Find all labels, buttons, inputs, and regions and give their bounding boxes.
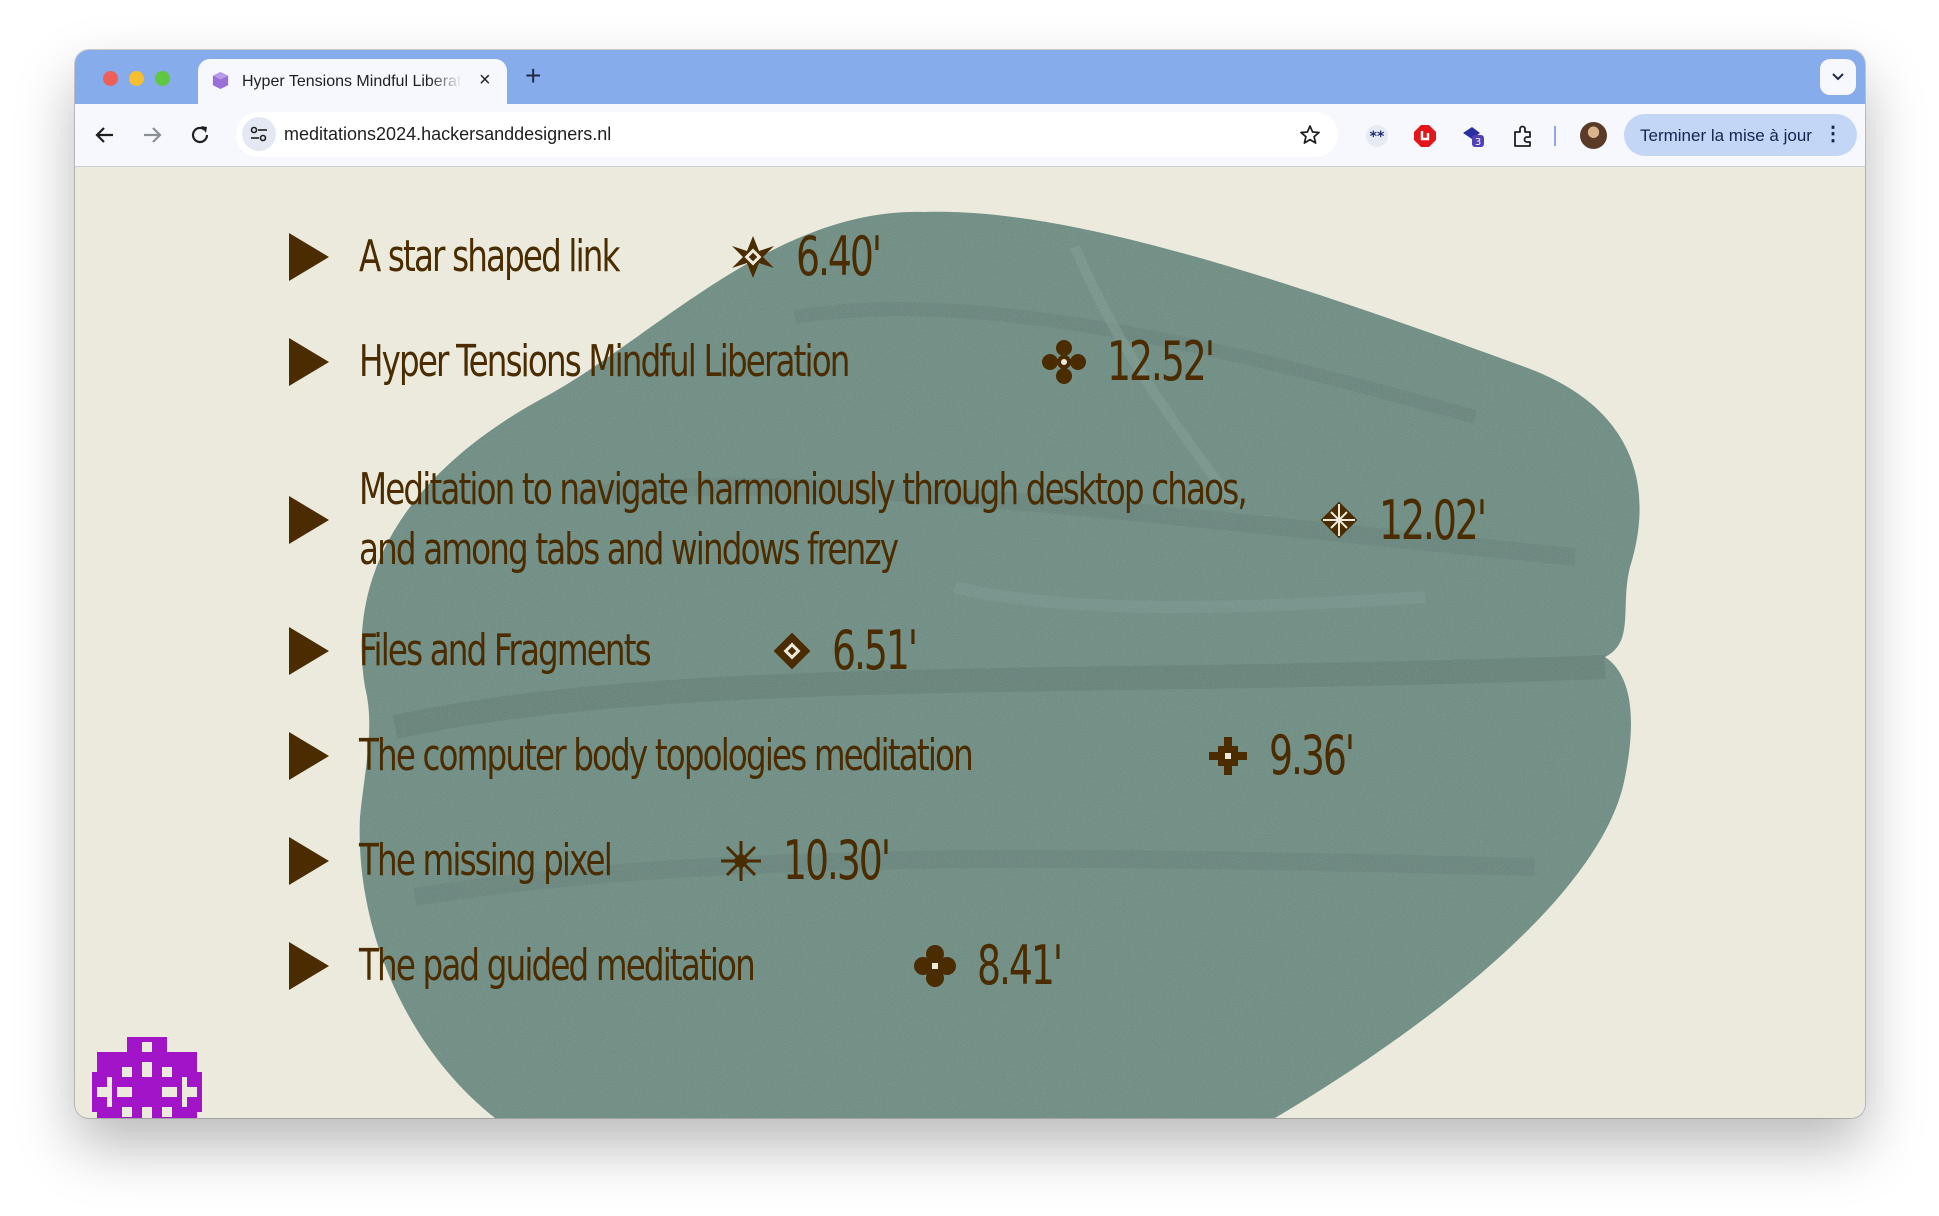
play-icon[interactable]	[289, 731, 329, 780]
zoom-window-button[interactable]	[155, 71, 170, 86]
extension-asterisk-icon[interactable]: **	[1365, 124, 1389, 148]
tab-active[interactable]: Hyper Tensions Mindful Liberation ×	[198, 59, 507, 104]
address-bar[interactable]: meditations2024.hackersanddesigners.nl	[236, 112, 1338, 157]
chevron-down-icon	[1832, 73, 1844, 81]
meditation-item[interactable]: The pad guided meditation 8.41'	[289, 934, 1097, 997]
pixel-flower-logo[interactable]	[92, 1037, 202, 1118]
tab-search-button[interactable]	[1820, 59, 1856, 95]
meditation-duration: 6.40'	[795, 225, 882, 288]
meditation-duration: 10.30'	[783, 829, 891, 892]
meditation-duration: 12.52'	[1106, 330, 1215, 393]
back-arrow-icon[interactable]	[92, 122, 118, 148]
diamond-pattern-icon	[773, 632, 811, 669]
flower-pattern-icon	[1041, 339, 1086, 384]
play-icon[interactable]	[289, 232, 329, 281]
play-icon[interactable]	[289, 496, 329, 544]
minimize-window-button[interactable]	[129, 71, 144, 86]
url-text[interactable]: meditations2024.hackersanddesigners.nl	[284, 124, 611, 145]
meditation-item[interactable]: The computer body topologies meditation …	[289, 724, 1389, 787]
tab-title: Hyper Tensions Mindful Liberation	[242, 73, 462, 90]
play-icon[interactable]	[289, 836, 329, 885]
extension-badge-count: 3	[1475, 137, 1481, 148]
meditation-duration: 9.36'	[1269, 724, 1355, 787]
extensions-puzzle-icon[interactable]	[1511, 124, 1535, 148]
blossom-pattern-icon	[913, 944, 956, 987]
meditation-duration: 12.02'	[1379, 488, 1487, 552]
update-button[interactable]: Terminer la mise à jour ⋮	[1624, 114, 1857, 156]
meditation-title[interactable]: Files and Fragments	[359, 621, 652, 681]
tune-icon	[250, 126, 267, 142]
meditation-item[interactable]: Files and Fragments 6.51'	[289, 619, 952, 682]
svg-text:**: **	[1370, 129, 1385, 145]
update-button-label: Terminer la mise à jour	[1640, 126, 1812, 145]
meditation-duration: 6.51'	[831, 619, 918, 682]
snowflake-pattern-icon	[721, 840, 762, 881]
meditation-title[interactable]: The computer body topologies meditation	[359, 726, 974, 786]
meditation-title[interactable]: The pad guided meditation	[359, 936, 756, 996]
close-window-button[interactable]	[103, 71, 118, 86]
close-tab-icon[interactable]: ×	[479, 69, 491, 91]
forward-arrow-icon[interactable]	[139, 122, 165, 148]
new-tab-button[interactable]: +	[525, 61, 541, 91]
meditation-list: A star shaped link 6.40' Hyper Tensions …	[75, 167, 1865, 1118]
meditation-item[interactable]: The missing pixel 10.30'	[289, 829, 935, 892]
profile-avatar[interactable]	[1580, 122, 1607, 149]
play-icon[interactable]	[289, 626, 329, 675]
toolbar: meditations2024.hackersanddesigners.nl *…	[75, 104, 1865, 167]
meditation-item[interactable]: Hyper Tensions Mindful Liberation 12.52'	[289, 330, 1258, 393]
meditation-title[interactable]: Meditation to navigate harmoniously thro…	[359, 460, 1299, 580]
meditation-title[interactable]: Hyper Tensions Mindful Liberation	[359, 332, 850, 392]
reload-icon[interactable]	[187, 122, 213, 148]
bookmark-star-icon[interactable]	[1298, 123, 1322, 147]
adblock-icon[interactable]	[1413, 124, 1437, 148]
play-icon[interactable]	[289, 337, 329, 386]
tab-bar: Hyper Tensions Mindful Liberation × +	[75, 50, 1865, 104]
meditation-item[interactable]: Meditation to navigate harmoniously thro…	[289, 460, 1530, 580]
meditation-duration: 8.41'	[976, 934, 1063, 997]
checker-diamond-icon	[1320, 501, 1358, 539]
toolbar-divider	[1554, 126, 1556, 146]
extension-cube-icon[interactable]: 3	[1461, 124, 1485, 148]
browser-window: Hyper Tensions Mindful Liberation × + me…	[75, 50, 1865, 1118]
site-info-button[interactable]	[242, 117, 276, 151]
meditation-title[interactable]: A star shaped link	[359, 227, 620, 287]
meditation-item[interactable]: A star shaped link 6.40'	[289, 225, 916, 288]
meditation-title[interactable]: The missing pixel	[359, 831, 613, 891]
play-icon[interactable]	[289, 941, 329, 990]
star-pattern-icon	[731, 235, 774, 278]
cross-pattern-icon	[1209, 736, 1248, 775]
favicon-icon	[212, 71, 229, 90]
more-menu-icon[interactable]: ⋮	[1823, 123, 1843, 145]
page-content: A star shaped link 6.40' Hyper Tensions …	[75, 167, 1865, 1118]
